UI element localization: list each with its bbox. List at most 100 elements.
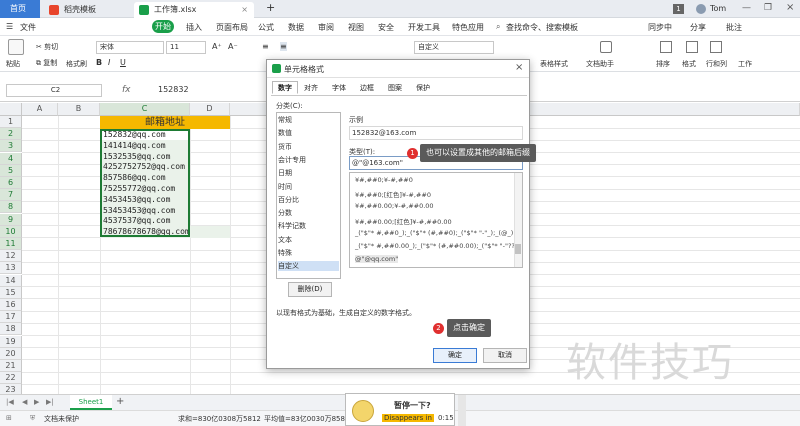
tab-pattern[interactable]: 图案 <box>382 81 408 94</box>
column-header-c[interactable]: C <box>100 103 190 116</box>
first-sheet-icon[interactable]: |◀ <box>6 398 14 406</box>
category-item[interactable]: 常规 <box>278 115 339 125</box>
protect-status[interactable]: 文档未保护 <box>44 414 79 424</box>
formula-input[interactable]: 152832 <box>158 85 189 94</box>
format-item[interactable]: @"@qq.com" <box>355 255 399 264</box>
row-header-12[interactable]: 12 <box>0 250 22 263</box>
format-item[interactable]: _("$"* #,##0_);_("$"* (#,##0);_("$"* "-"… <box>355 229 513 237</box>
row-header-9[interactable]: 9 <box>0 213 22 226</box>
dialog-close-icon[interactable]: × <box>515 62 523 73</box>
menu-sync[interactable]: 同步中 <box>648 22 672 33</box>
row-header-14[interactable]: 14 <box>0 274 22 287</box>
tab-alignment[interactable]: 对齐 <box>298 81 324 94</box>
row-header-22[interactable]: 22 <box>0 372 22 385</box>
align-center-icon[interactable]: ≡ <box>280 42 287 51</box>
tab-border[interactable]: 边框 <box>354 81 380 94</box>
paste-label[interactable]: 粘贴 <box>6 59 20 69</box>
menu-comment[interactable]: 批注 <box>726 22 742 33</box>
tab-template[interactable]: 稻壳模板 <box>44 2 132 18</box>
minimize-icon[interactable]: — <box>742 3 751 13</box>
row-header-4[interactable]: 4 <box>0 152 22 165</box>
menu-file[interactable]: 文件 <box>20 22 36 33</box>
format-item[interactable]: _("$"* #,##0.00_);_("$"* (#,##0.00);_("$… <box>355 242 522 250</box>
delete-button[interactable]: 删除(D) <box>288 282 332 297</box>
row-header-17[interactable]: 17 <box>0 311 22 324</box>
format-item[interactable]: ¥#,##0;¥-#,##0 <box>355 176 413 184</box>
cancel-button[interactable]: 取消 <box>483 348 527 363</box>
format-item[interactable]: ¥#,##0.00;¥-#,##0.00 <box>355 202 434 210</box>
format-button[interactable]: 格式 <box>682 59 696 69</box>
category-item[interactable]: 文本 <box>278 235 339 245</box>
column-header-a[interactable]: A <box>22 103 58 116</box>
home-tab[interactable]: 首页 <box>0 0 40 18</box>
row-header-10[interactable]: 10 <box>0 225 22 238</box>
add-sheet-button[interactable]: + <box>116 396 124 407</box>
close-tab-icon[interactable]: × <box>241 2 248 18</box>
category-item[interactable]: 货币 <box>278 142 339 152</box>
command-search[interactable]: 查找命令、搜索模板 <box>506 22 578 33</box>
italic-button[interactable]: I <box>108 58 110 67</box>
font-shrink-icon[interactable]: A⁻ <box>228 42 238 51</box>
prev-sheet-icon[interactable]: ◀ <box>22 398 27 406</box>
format-item[interactable]: ¥#,##0;[红色]¥-#,##0 <box>355 189 431 199</box>
menu-review[interactable]: 审阅 <box>318 22 334 33</box>
row-header-11[interactable]: 11 <box>0 238 22 250</box>
category-item[interactable]: 特殊 <box>278 248 339 258</box>
font-size-select[interactable]: 11 <box>166 41 206 54</box>
scrollbar-thumb[interactable] <box>515 244 521 254</box>
row-header-18[interactable]: 18 <box>0 323 22 336</box>
worksheet-button[interactable]: 工作 <box>738 59 752 69</box>
header-cell[interactable]: 邮箱地址 <box>100 116 230 129</box>
hamburger-icon[interactable]: ☰ <box>6 22 13 31</box>
bold-button[interactable]: B <box>96 58 102 67</box>
row-header-5[interactable]: 5 <box>0 164 22 177</box>
doc-helper-button[interactable]: 文档助手 <box>586 59 614 69</box>
avatar[interactable] <box>696 4 706 14</box>
row-header-20[interactable]: 20 <box>0 347 22 360</box>
row-header-19[interactable]: 19 <box>0 335 22 348</box>
font-grow-icon[interactable]: A⁺ <box>212 42 222 51</box>
tab-protection[interactable]: 保护 <box>410 81 436 94</box>
number-format-select[interactable]: 自定义 <box>414 41 494 54</box>
row-header-16[interactable]: 16 <box>0 299 22 311</box>
paste-icon[interactable] <box>8 39 24 55</box>
row-header-6[interactable]: 6 <box>0 177 22 189</box>
new-tab-button[interactable]: + <box>262 0 275 16</box>
category-item[interactable]: 分数 <box>278 208 339 218</box>
font-name-select[interactable]: 宋体 <box>96 41 164 54</box>
close-window-icon[interactable]: × <box>786 2 794 13</box>
category-item[interactable]: 时间 <box>278 182 339 192</box>
menu-special[interactable]: 特色应用 <box>452 22 484 33</box>
menu-share[interactable]: 分享 <box>690 22 706 33</box>
menu-insert[interactable]: 插入 <box>186 22 202 33</box>
last-sheet-icon[interactable]: ▶| <box>46 398 54 406</box>
tab-workbook[interactable]: 工作簿.xlsx × <box>134 2 254 18</box>
row-header-15[interactable]: 15 <box>0 286 22 299</box>
category-item[interactable]: 数值 <box>278 128 339 138</box>
next-sheet-icon[interactable]: ▶ <box>34 398 39 406</box>
menu-data[interactable]: 数据 <box>288 22 304 33</box>
row-header-7[interactable]: 7 <box>0 189 22 202</box>
sort-button[interactable]: 排序 <box>656 59 670 69</box>
category-item[interactable]: 百分比 <box>278 195 339 205</box>
pause-popup[interactable]: 暂停一下? Disappears in 0:15 <box>345 393 455 426</box>
category-item[interactable]: 自定义 <box>278 261 339 272</box>
email-cell[interactable]: 78678678678@qq.com <box>100 226 230 239</box>
tab-font[interactable]: 字体 <box>326 81 352 94</box>
category-item[interactable]: 会计专用 <box>278 155 339 165</box>
fx-icon[interactable]: fx <box>122 85 131 95</box>
tab-number[interactable]: 数字 <box>272 81 298 94</box>
ok-button[interactable]: 确定 <box>433 348 477 363</box>
menu-layout[interactable]: 页面布局 <box>216 22 248 33</box>
menu-security[interactable]: 安全 <box>378 22 394 33</box>
row-col-button[interactable]: 行和列 <box>706 59 727 69</box>
table-style-button[interactable]: 表格样式 <box>540 59 568 69</box>
format-item[interactable]: ¥#,##0.00;[红色]¥-#,##0.00 <box>355 216 452 226</box>
format-painter-button[interactable]: 格式刷 <box>66 59 87 69</box>
format-list[interactable]: ¥#,##0;¥-#,##0 ¥#,##0;[红色]¥-#,##0 ¥#,##0.0… <box>349 172 523 268</box>
align-top-icon[interactable]: ≡ <box>262 42 269 51</box>
category-item[interactable]: 科学记数 <box>278 221 339 231</box>
column-header-d[interactable]: D <box>190 103 230 116</box>
row-header-8[interactable]: 8 <box>0 201 22 214</box>
category-item[interactable]: 日期 <box>278 168 339 178</box>
